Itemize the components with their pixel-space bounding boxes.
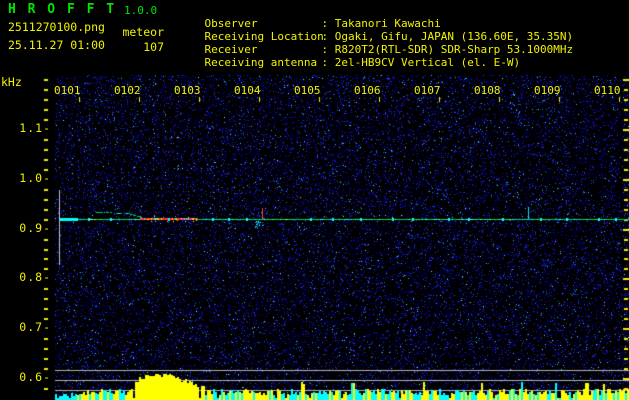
echo-count: 107 <box>143 40 164 54</box>
time-label: 0108 <box>474 84 501 97</box>
time-label: 0107 <box>414 84 441 97</box>
header-row-antenna: Receiving antenna: 2el-HB9CV Vertical (e… <box>178 43 521 82</box>
antenna-value: : 2el-HB9CV Vertical (el. E-W) <box>321 56 521 69</box>
freq-label: 1.0- <box>19 171 51 185</box>
mode-label: meteor <box>122 25 164 39</box>
time-label: 0103 <box>174 84 201 97</box>
freq-label: 0.8- <box>19 270 51 284</box>
output-filename: 2511270100.png <box>8 20 105 34</box>
app-version: 1.0.0 <box>124 4 158 17</box>
time-label: 0101 <box>54 84 81 97</box>
time-label: 0110 <box>594 84 621 97</box>
freq-label: 0.9- <box>19 221 51 235</box>
antenna-label: Receiving antenna <box>204 56 318 69</box>
freq-label: 0.7- <box>19 320 51 334</box>
observation-datetime: 25.11.27 01:00 <box>8 38 105 52</box>
freq-label: 1.1- <box>19 121 51 135</box>
time-label: 0102 <box>114 84 141 97</box>
time-label: 0109 <box>534 84 561 97</box>
hrofft-output-image: H R O F F T 1.0.0 2511270100.png meteor … <box>0 0 629 400</box>
freq-label: 0.6- <box>19 370 51 384</box>
freq-axis-unit: kHz <box>1 75 22 89</box>
time-label: 0104 <box>234 84 261 97</box>
time-label: 0105 <box>294 84 321 97</box>
app-title: H R O F F T <box>8 2 117 17</box>
time-label: 0106 <box>354 84 381 97</box>
